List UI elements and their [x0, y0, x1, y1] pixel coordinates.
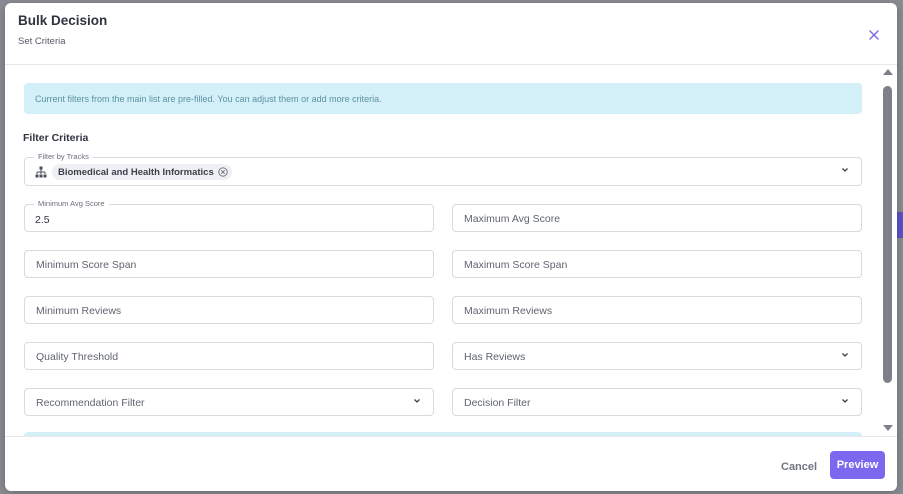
info-alert: Current filters from the main list are p… — [24, 83, 862, 114]
recommendation-filter-placeholder: Recommendation Filter — [36, 397, 145, 409]
info-alert-text: Current filters from the main list are p… — [35, 94, 382, 104]
dialog-footer: Cancel Preview — [5, 436, 897, 491]
close-icon[interactable] — [865, 26, 883, 44]
quality-threshold-input[interactable]: Quality Threshold — [24, 342, 434, 370]
max-reviews-placeholder: Maximum Reviews — [464, 305, 553, 317]
dialog-subtitle: Set Criteria — [18, 36, 66, 47]
cancel-button[interactable]: Cancel — [771, 454, 827, 480]
track-chip: Biomedical and Health Informatics — [52, 164, 232, 180]
chevron-down-icon — [842, 168, 848, 172]
max-reviews-input[interactable]: Maximum Reviews — [452, 296, 862, 324]
background-sidebar-edge — [897, 212, 903, 238]
min-reviews-placeholder: Minimum Reviews — [36, 305, 122, 317]
quality-threshold-placeholder: Quality Threshold — [36, 351, 119, 363]
max-score-span-placeholder: Maximum Score Span — [464, 259, 568, 271]
decision-filter-placeholder: Decision Filter — [464, 397, 531, 409]
chevron-down-icon — [842, 399, 848, 403]
chevron-down-icon — [414, 399, 420, 403]
dialog-header: Bulk Decision Set Criteria — [5, 3, 897, 65]
scrollbar-thumb[interactable] — [883, 86, 892, 383]
preview-button[interactable]: Preview — [830, 451, 885, 479]
vertical-scrollbar[interactable] — [882, 69, 894, 435]
chevron-down-icon — [842, 353, 848, 357]
max-avg-score-placeholder: Maximum Avg Score — [464, 213, 561, 225]
dialog-body[interactable]: Current filters from the main list are p… — [5, 66, 897, 436]
decision-filter-select[interactable]: Decision Filter — [452, 388, 862, 416]
recommendation-filter-select[interactable]: Recommendation Filter — [24, 388, 434, 416]
track-chip-label: Biomedical and Health Informatics — [58, 166, 214, 178]
chip-remove-icon[interactable] — [218, 167, 228, 177]
hierarchy-icon — [35, 166, 47, 178]
tracks-select[interactable]: Filter by Tracks Biomedical and Health I… — [24, 152, 862, 186]
min-reviews-input[interactable]: Minimum Reviews — [24, 296, 434, 324]
dialog-title: Bulk Decision — [18, 13, 108, 28]
tracks-legend: Filter by Tracks — [34, 152, 93, 161]
has-reviews-select[interactable]: Has Reviews — [452, 342, 862, 370]
scroll-down-arrow-icon[interactable] — [883, 425, 893, 431]
min-avg-score-value: 2.5 — [35, 214, 50, 226]
min-avg-score-legend: Minimum Avg Score — [34, 199, 109, 208]
filter-criteria-heading: Filter Criteria — [23, 132, 89, 144]
max-score-span-input[interactable]: Maximum Score Span — [452, 250, 862, 278]
scroll-up-arrow-icon[interactable] — [883, 69, 893, 75]
min-score-span-placeholder: Minimum Score Span — [36, 259, 137, 271]
min-score-span-input[interactable]: Minimum Score Span — [24, 250, 434, 278]
max-avg-score-input[interactable]: Maximum Avg Score — [452, 204, 862, 232]
has-reviews-placeholder: Has Reviews — [464, 351, 526, 363]
bulk-decision-dialog: Bulk Decision Set Criteria Current filte… — [5, 3, 897, 491]
min-avg-score-input[interactable]: Minimum Avg Score 2.5 — [24, 199, 434, 232]
